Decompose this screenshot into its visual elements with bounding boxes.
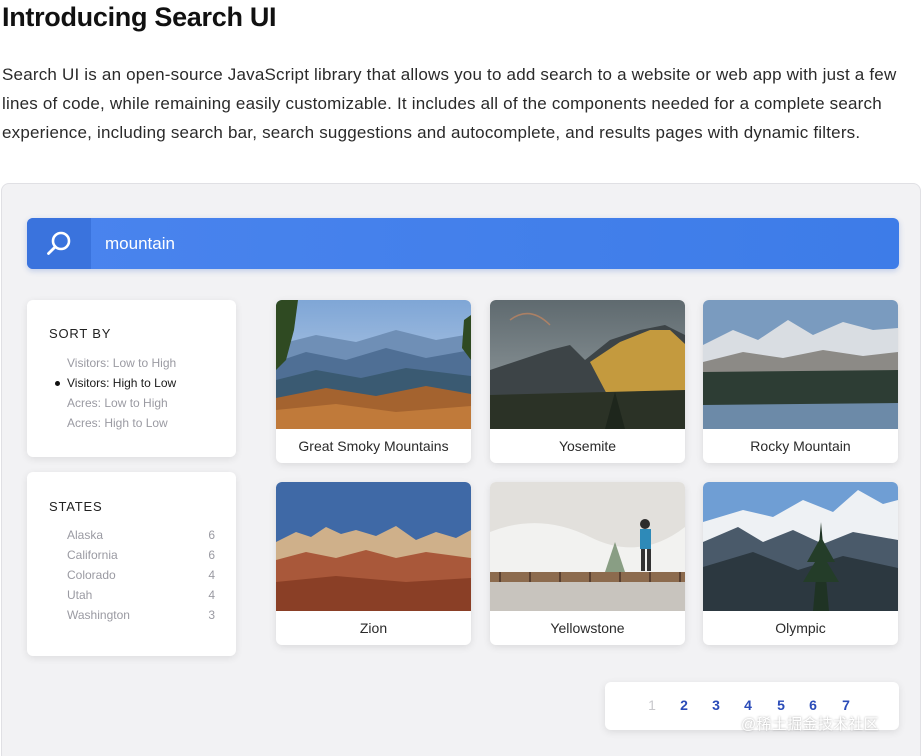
olympic-photo: [703, 482, 898, 611]
result-card-zion[interactable]: Zion: [276, 482, 471, 645]
facet-label: Alaska: [67, 528, 104, 542]
result-card-yosemite[interactable]: Yosemite: [490, 300, 685, 463]
states-facet-list: Alaska 6 California 6 Colorado 4 Utah 4 Wash…: [67, 525, 215, 625]
facet-label: Washington: [67, 608, 130, 622]
facet-label: California: [67, 548, 118, 562]
page-heading: Introducing Search UI: [2, 2, 277, 32]
search-icon: [47, 231, 71, 255]
search-bar: [27, 218, 899, 269]
facet-count: 6: [208, 548, 215, 562]
result-card-yellowstone[interactable]: Yellowstone: [490, 482, 685, 645]
facet-label: Utah: [67, 588, 93, 602]
result-title: Rocky Mountain: [750, 438, 851, 454]
sort-option-visitors-high-low[interactable]: Visitors: High to Low: [54, 373, 176, 393]
rocky-mountain-photo: [703, 300, 898, 429]
facet-item-washington[interactable]: Washington 3: [67, 605, 215, 625]
sort-option-acres-high-low[interactable]: Acres: High to Low: [67, 413, 176, 433]
page-2[interactable]: 2: [674, 682, 694, 730]
states-facet-panel: STATES Alaska 6 California 6 Colorado 4 Uta…: [27, 472, 236, 656]
search-button[interactable]: [27, 218, 91, 269]
result-title: Olympic: [775, 620, 826, 636]
yosemite-photo: [490, 300, 685, 429]
facet-item-colorado[interactable]: Colorado 4: [67, 565, 215, 585]
sort-option-acres-low-high[interactable]: Acres: Low to High: [67, 393, 176, 413]
page-1[interactable]: 1: [642, 682, 662, 730]
result-title: Yosemite: [558, 438, 617, 454]
result-card-olympic[interactable]: Olympic: [703, 482, 898, 645]
result-title: Zion: [359, 620, 388, 636]
facet-item-alaska[interactable]: Alaska 6: [67, 525, 215, 545]
facet-count: 4: [208, 568, 215, 582]
facet-item-california[interactable]: California 6: [67, 545, 215, 565]
sort-options: Visitors: Low to High Visitors: High to …: [54, 353, 176, 433]
result-title: Great Smoky Mountains: [298, 438, 449, 454]
facet-count: 4: [208, 588, 215, 602]
zion-photo: [276, 482, 471, 611]
states-title: STATES: [49, 499, 103, 514]
facet-count: 6: [208, 528, 215, 542]
result-card-rocky-mountain[interactable]: Rocky Mountain: [703, 300, 898, 463]
sort-title: SORT BY: [49, 326, 112, 341]
search-input[interactable]: [105, 218, 885, 269]
sort-option-visitors-low-high[interactable]: Visitors: Low to High: [67, 353, 176, 373]
facet-label: Colorado: [67, 568, 116, 582]
result-title: Yellowstone: [550, 620, 625, 636]
result-card-great-smoky-mountains[interactable]: Great Smoky Mountains: [276, 300, 471, 463]
page-3[interactable]: 3: [706, 682, 726, 730]
yellowstone-photo: [490, 482, 685, 611]
great-smoky-mountains-photo: [276, 300, 471, 429]
search-ui-demo: SORT BY Visitors: Low to High Visitors: …: [1, 183, 921, 756]
facet-item-utah[interactable]: Utah 4: [67, 585, 215, 605]
sort-panel: SORT BY Visitors: Low to High Visitors: …: [27, 300, 236, 457]
intro-paragraph: Search UI is an open-source JavaScript l…: [2, 65, 897, 142]
watermark: @稀土掘金技术社区: [741, 716, 879, 733]
facet-count: 3: [208, 608, 215, 622]
